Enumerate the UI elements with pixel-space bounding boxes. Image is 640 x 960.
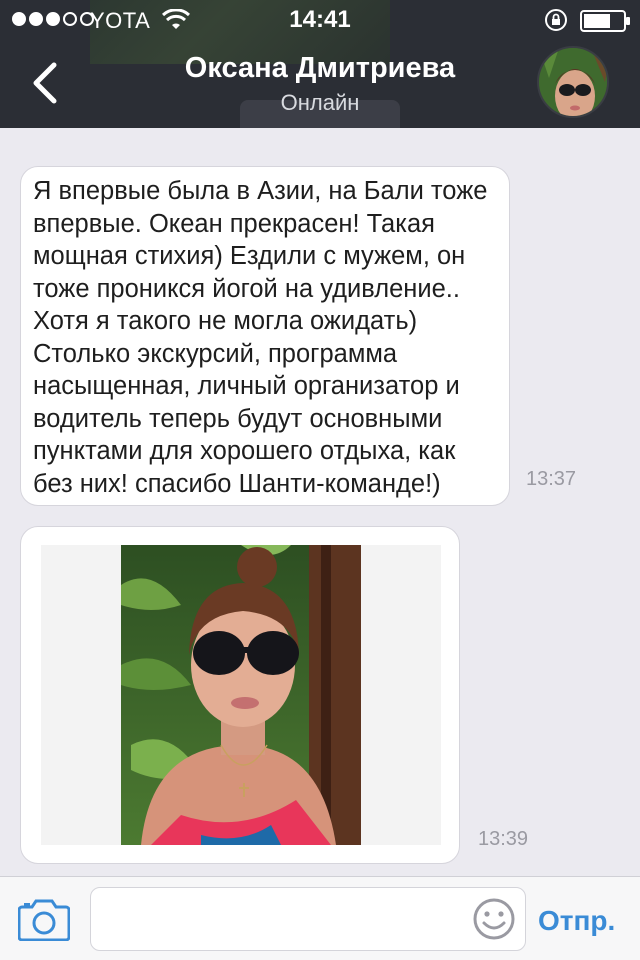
emoji-button[interactable] bbox=[472, 897, 516, 941]
attached-photo[interactable] bbox=[121, 545, 361, 845]
camera-icon bbox=[17, 899, 71, 942]
chat-header: YOTA 14:41 Оксана Дмитриева Онлайн bbox=[0, 0, 640, 128]
photo-frame bbox=[41, 545, 441, 845]
selfie-image bbox=[121, 545, 361, 845]
camera-button[interactable] bbox=[17, 897, 71, 942]
message-bubble[interactable]: Я впервые была в Азии, на Бали тоже впер… bbox=[20, 166, 510, 506]
battery-icon bbox=[580, 10, 630, 32]
send-button[interactable]: Отпр. bbox=[538, 901, 638, 941]
rotation-lock-icon bbox=[545, 9, 567, 31]
avatar[interactable] bbox=[537, 46, 609, 118]
message-time: 13:37 bbox=[526, 468, 577, 490]
photo-message-bubble[interactable] bbox=[20, 526, 460, 864]
message-text: Я впервые была в Азии, на Бали тоже впер… bbox=[33, 177, 488, 498]
status-bar: YOTA 14:41 bbox=[0, 0, 640, 40]
message-composer: Отпр. bbox=[0, 876, 640, 960]
message-time: 13:39 bbox=[478, 828, 529, 850]
smiley-icon bbox=[473, 898, 515, 940]
message-input[interactable] bbox=[90, 887, 526, 951]
